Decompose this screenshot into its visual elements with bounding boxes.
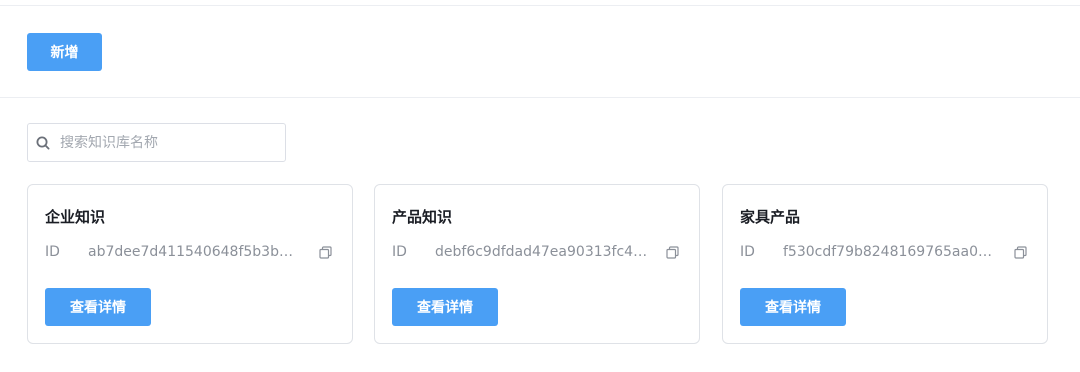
- card-title: 家具产品: [740, 208, 801, 226]
- search-input[interactable]: [60, 134, 270, 151]
- view-details-button[interactable]: 查看详情: [45, 288, 151, 326]
- copy-icon[interactable]: [664, 244, 680, 260]
- search-icon: [35, 135, 51, 151]
- view-details-button[interactable]: 查看详情: [740, 288, 846, 326]
- copy-icon[interactable]: [317, 244, 333, 260]
- card-id-label: ID: [45, 244, 60, 260]
- card-id-value: ab7dee7d411540648f5b3b8…: [88, 244, 301, 260]
- top-divider: [0, 5, 1080, 6]
- card-id-label: ID: [740, 244, 755, 260]
- knowledge-card: 企业知识 ID ab7dee7d411540648f5b3b8… 查看详情: [27, 184, 353, 344]
- search-box[interactable]: [27, 123, 286, 162]
- card-id-value: f530cdf79b8248169765aa02…: [783, 244, 996, 260]
- section-divider: [0, 97, 1080, 98]
- knowledge-card: 家具产品 ID f530cdf79b8248169765aa02… 查看详情: [722, 184, 1048, 344]
- view-details-button[interactable]: 查看详情: [392, 288, 498, 326]
- card-id-label: ID: [392, 244, 407, 260]
- add-button[interactable]: 新增: [27, 33, 102, 71]
- copy-icon[interactable]: [1012, 244, 1028, 260]
- card-title: 产品知识: [392, 208, 453, 226]
- knowledge-card: 产品知识 ID debf6c9dfdad47ea90313fc4… 查看详情: [374, 184, 700, 344]
- card-id-row: ID f530cdf79b8248169765aa02…: [740, 242, 1032, 262]
- card-id-row: ID debf6c9dfdad47ea90313fc4…: [392, 242, 684, 262]
- card-id-row: ID ab7dee7d411540648f5b3b8…: [45, 242, 337, 262]
- card-id-value: debf6c9dfdad47ea90313fc4…: [435, 244, 648, 260]
- card-title: 企业知识: [45, 208, 106, 226]
